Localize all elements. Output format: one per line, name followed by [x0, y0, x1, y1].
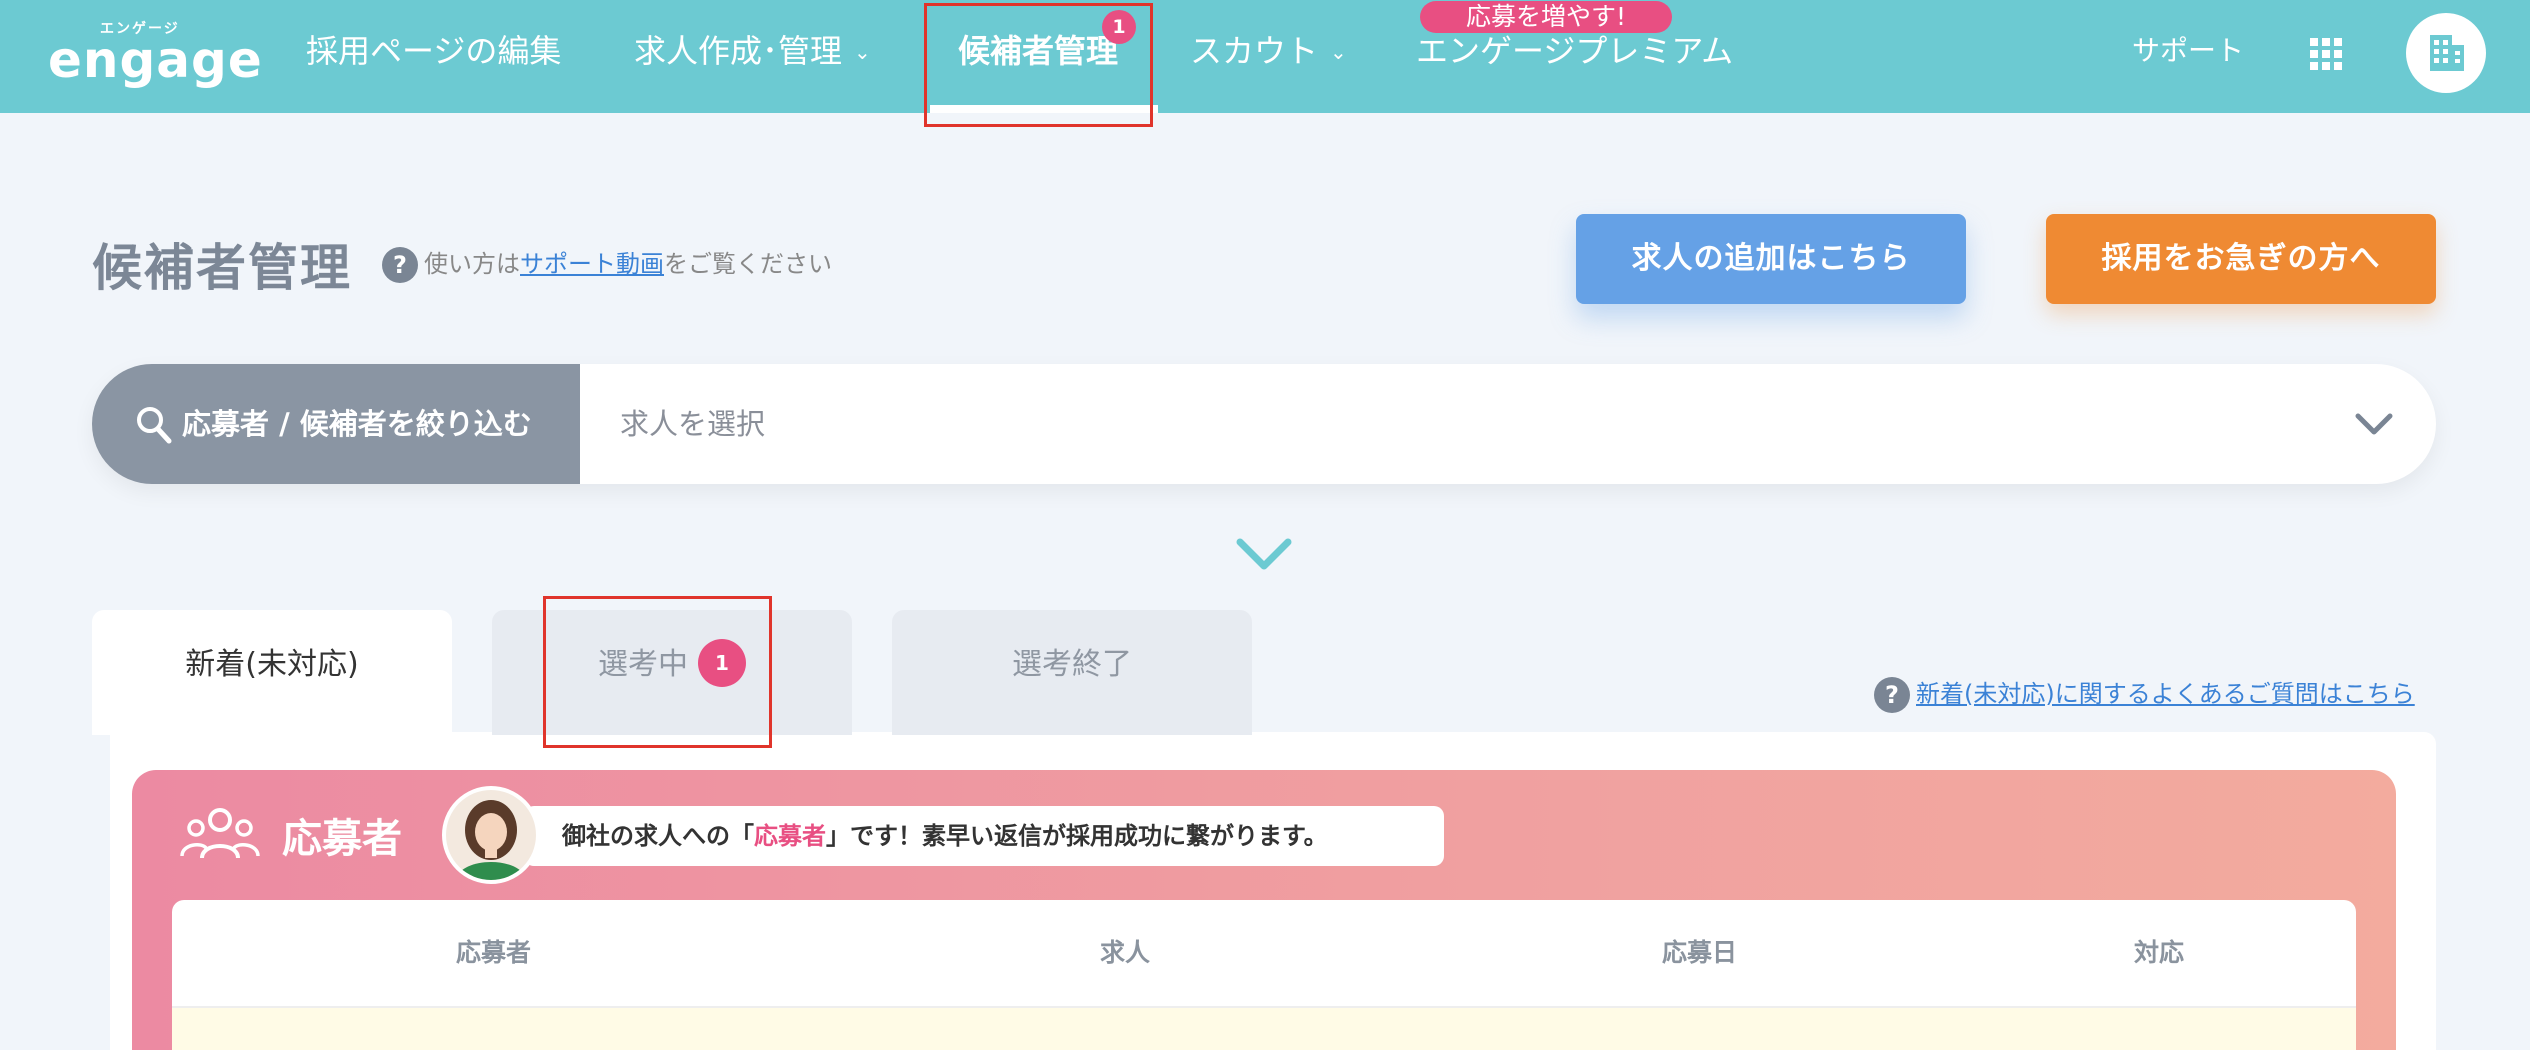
- message-highlight: 応募者: [754, 822, 826, 850]
- filter-bar: 応募者 / 候補者を絞り込む 求人を選択: [92, 364, 2436, 484]
- assistant-avatar: [442, 786, 540, 884]
- engage-logo[interactable]: エンゲージ engage: [48, 18, 262, 88]
- tab-label: 新着(未対応): [185, 647, 359, 682]
- table-row[interactable]: [172, 1006, 2356, 1050]
- help-question-icon: ?: [1874, 677, 1910, 713]
- annotation-highlight-nav: [924, 3, 1153, 127]
- help-suffix: をご覧ください: [664, 250, 832, 278]
- logo-word: engage: [48, 31, 263, 89]
- tab-new-unhandled[interactable]: 新着(未対応): [92, 610, 452, 735]
- company-account-button[interactable]: [2406, 13, 2486, 93]
- expand-arrow-icon[interactable]: [1234, 534, 1294, 574]
- chevron-down-icon: ⌄: [854, 40, 871, 64]
- tab-selection-finished[interactable]: 選考終了: [892, 610, 1252, 735]
- nav-label: 求人作成･管理: [634, 32, 843, 70]
- nav-label: スカウト: [1190, 32, 1319, 70]
- column-header-job[interactable]: 求人: [1100, 900, 1150, 1006]
- tab-label: 選考終了: [1012, 647, 1132, 682]
- column-header-action[interactable]: 対応: [2134, 900, 2184, 1006]
- add-job-button[interactable]: 求人の追加はこちら: [1576, 214, 1966, 304]
- filter-label-text: 応募者 / 候補者を絞り込む: [182, 407, 532, 441]
- building-icon: [2430, 35, 2464, 71]
- nav-scout[interactable]: スカウト ⌄: [1190, 0, 1347, 113]
- support-link[interactable]: サポート: [2132, 0, 2244, 102]
- search-icon: [137, 407, 172, 444]
- person-avatar-icon: [446, 790, 536, 880]
- nav-engage-premium[interactable]: エンゲージプレミアム: [1416, 0, 1733, 113]
- nav-job-management[interactable]: 求人作成･管理 ⌄: [634, 0, 871, 113]
- column-header-applied-date[interactable]: 応募日: [1662, 900, 1737, 1006]
- chevron-down-icon[interactable]: [2354, 410, 2394, 438]
- faq-link[interactable]: 新着(未対応)に関するよくあるご質問はこちら: [1916, 680, 2415, 708]
- top-navigation-bar: エンゲージ engage 採用ページの編集 求人作成･管理 ⌄ 候補者管理 1 ス…: [0, 0, 2530, 113]
- message-prefix: 御社の求人への「: [562, 822, 754, 850]
- help-text: ? 使い方はサポート動画をご覧ください: [382, 244, 832, 283]
- help-prefix: 使い方は: [424, 250, 520, 278]
- panel-title: 応募者: [282, 816, 402, 862]
- page-title: 候補者管理: [92, 239, 352, 297]
- urgent-hiring-button[interactable]: 採用をお急ぎの方へ: [2046, 214, 2436, 304]
- chevron-down-icon: ⌄: [1330, 40, 1347, 64]
- nav-recruit-page-edit[interactable]: 採用ページの編集: [306, 0, 561, 113]
- annotation-highlight-tab: [543, 596, 772, 748]
- column-header-applicant[interactable]: 応募者: [456, 900, 531, 1006]
- faq-line: ? 新着(未対応)に関するよくあるご質問はこちら: [1874, 674, 2415, 713]
- help-question-icon: ?: [382, 247, 418, 283]
- support-video-link[interactable]: サポート動画: [520, 250, 664, 278]
- message-suffix: 」です！素早い返信が採用成功に繋がります。: [826, 822, 1328, 850]
- applicant-table: 応募者 求人 応募日 対応: [172, 900, 2356, 1050]
- people-icon: [180, 808, 260, 859]
- nav-label: エンゲージプレミアム: [1416, 32, 1734, 70]
- filter-candidates-button[interactable]: 応募者 / 候補者を絞り込む: [92, 364, 580, 484]
- job-select-dropdown[interactable]: 求人を選択: [620, 364, 765, 484]
- app-grid-icon[interactable]: [2310, 38, 2342, 70]
- nav-label: 採用ページの編集: [306, 32, 562, 70]
- assistant-message: 御社の求人への「応募者」です！素早い返信が採用成功に繋がります。: [524, 806, 1444, 866]
